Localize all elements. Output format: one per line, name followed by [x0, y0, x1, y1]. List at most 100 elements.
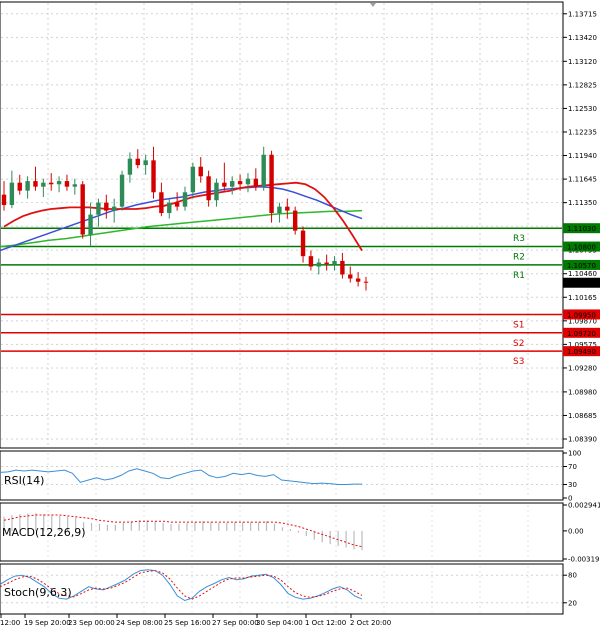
- y-tick-label: 100: [568, 450, 581, 458]
- y-tick-label: 1.08390: [568, 436, 597, 444]
- level-name-s3: S3: [513, 357, 524, 367]
- y-tick-label: 1.08685: [568, 412, 597, 420]
- y-tick-label: 1.13715: [568, 10, 597, 18]
- x-tick-label: 2 Oct 20:00: [350, 619, 391, 627]
- candle-body: [245, 178, 251, 185]
- candle-body: [316, 262, 321, 267]
- y-tick-label: 30: [568, 481, 577, 489]
- candle-body: [127, 158, 133, 175]
- candle-body: [214, 182, 219, 201]
- macd-label: MACD(12,26,9): [2, 526, 86, 539]
- level-name-s1: S1: [513, 320, 524, 330]
- candle-body: [190, 166, 196, 193]
- x-tick-label: 27 Sep 00:00: [212, 619, 259, 627]
- stoch-axis: 80 20: [563, 572, 577, 607]
- level-price-label: 1.10800: [567, 244, 596, 252]
- candle-body: [135, 158, 140, 166]
- candle-body: [56, 181, 62, 185]
- candle-body: [292, 210, 298, 231]
- candle-body: [182, 192, 188, 207]
- x-tick-label: 25 Sep 16:00: [164, 619, 211, 627]
- candle-body: [143, 160, 148, 166]
- level-name-s2: S2: [513, 339, 524, 349]
- candle-body: [261, 154, 266, 187]
- candle-body: [174, 202, 180, 207]
- level-price-label: 1.09950: [567, 311, 596, 319]
- candle-body: [80, 184, 85, 235]
- stoch-label: Stoch(9,6,3): [4, 586, 72, 599]
- candle-body: [340, 260, 345, 275]
- y-tick-label: 1.12235: [568, 128, 597, 136]
- candle-body: [64, 181, 70, 187]
- macd-axis: 0.002941 0.00 -0.003195: [563, 502, 600, 564]
- candle-body: [230, 181, 235, 187]
- candle-body: [33, 181, 38, 187]
- y-tick-label: 1.12825: [568, 81, 597, 89]
- candle-body: [9, 182, 15, 206]
- candle-body: [324, 262, 329, 265]
- x-tick-label: 12:00: [0, 619, 20, 627]
- y-tick-label: 1.13420: [568, 34, 597, 42]
- candle-body: [285, 206, 290, 211]
- stoch-panel: 80 20 Stoch(9,6,3): [0, 563, 577, 615]
- candle-body: [198, 166, 203, 177]
- rsi-axis: 10070300: [563, 450, 581, 503]
- x-tick-label: 30 Sep 04:00: [256, 619, 303, 627]
- candle-body: [41, 182, 46, 187]
- y-tick-label: 1.12530: [568, 105, 597, 113]
- y-tick-label: 70: [568, 463, 577, 471]
- candle-body: [96, 202, 101, 215]
- y-tick-label: 20: [568, 599, 577, 607]
- y-tick-label: 1.13120: [568, 58, 597, 66]
- candle-body: [348, 274, 353, 279]
- x-tick-label: 23 Sep 00:00: [68, 619, 115, 627]
- candle-body: [363, 281, 369, 283]
- candle-body: [253, 178, 259, 187]
- y-tick-label: 80: [568, 572, 577, 580]
- candle-body: [151, 160, 156, 193]
- level-price-label: 1.09490: [567, 348, 596, 356]
- y-tick-label: 0.002941: [568, 502, 600, 510]
- level-price-label: 1.09720: [567, 330, 596, 338]
- level-name-r2: R2: [513, 253, 525, 263]
- candle-body: [300, 230, 306, 257]
- candle-body: [237, 181, 243, 185]
- candle-body: [206, 176, 211, 201]
- y-tick-label: 1.10460: [568, 270, 597, 278]
- candle-body: [269, 154, 274, 214]
- y-tick-label: 1.10165: [568, 294, 597, 302]
- candle-body: [88, 214, 93, 235]
- rsi-panel: 10070300 RSI(14): [0, 450, 581, 503]
- candle-body: [25, 181, 30, 191]
- x-tick-label: 1 Oct 12:00: [305, 619, 346, 627]
- x-tick-label: 19 Sep 20:00: [24, 619, 71, 627]
- candle-body: [1, 194, 7, 206]
- level-name-r1: R1: [513, 271, 525, 281]
- y-tick-label: 1.09280: [568, 364, 597, 372]
- level-price-label: 1.11030: [567, 225, 596, 233]
- candle-body: [277, 206, 282, 214]
- candle-body: [159, 192, 164, 214]
- candle-body: [167, 202, 172, 214]
- main-panel: 1.13715 1.13420 1.13120 1.12825 1.12530 1.122…: [0, 1, 600, 449]
- y-tick-label: 1.11350: [568, 199, 597, 207]
- current-price: 1.10347: [563, 277, 600, 288]
- candle-body: [104, 202, 109, 211]
- y-tick-label: 1.08980: [568, 388, 597, 396]
- candle-body: [17, 182, 22, 191]
- candle-body: [308, 256, 314, 267]
- y-tick-label: 1.11940: [568, 152, 597, 160]
- level-name-r3: R3: [513, 234, 525, 244]
- x-tick-label: 24 Sep 08:00: [116, 619, 163, 627]
- candle-body: [49, 182, 54, 185]
- y-tick-label: -0.003195: [568, 556, 600, 564]
- macd-panel: 0.002941 0.00 -0.003195 MACD(12,26,9): [0, 502, 600, 564]
- y-tick-label: 1.11645: [568, 176, 597, 184]
- candle-body: [111, 206, 117, 211]
- candle-body: [222, 182, 227, 187]
- candle-body: [119, 174, 125, 207]
- time-axis: 12:00 19 Sep 20:0023 Sep 00:00 24 Sep 08:0…: [0, 614, 391, 627]
- candle-body: [332, 260, 337, 265]
- forex-chart: 1.13715 1.13420 1.13120 1.12825 1.12530 1.122…: [0, 1, 600, 627]
- rsi-label: RSI(14): [4, 474, 44, 487]
